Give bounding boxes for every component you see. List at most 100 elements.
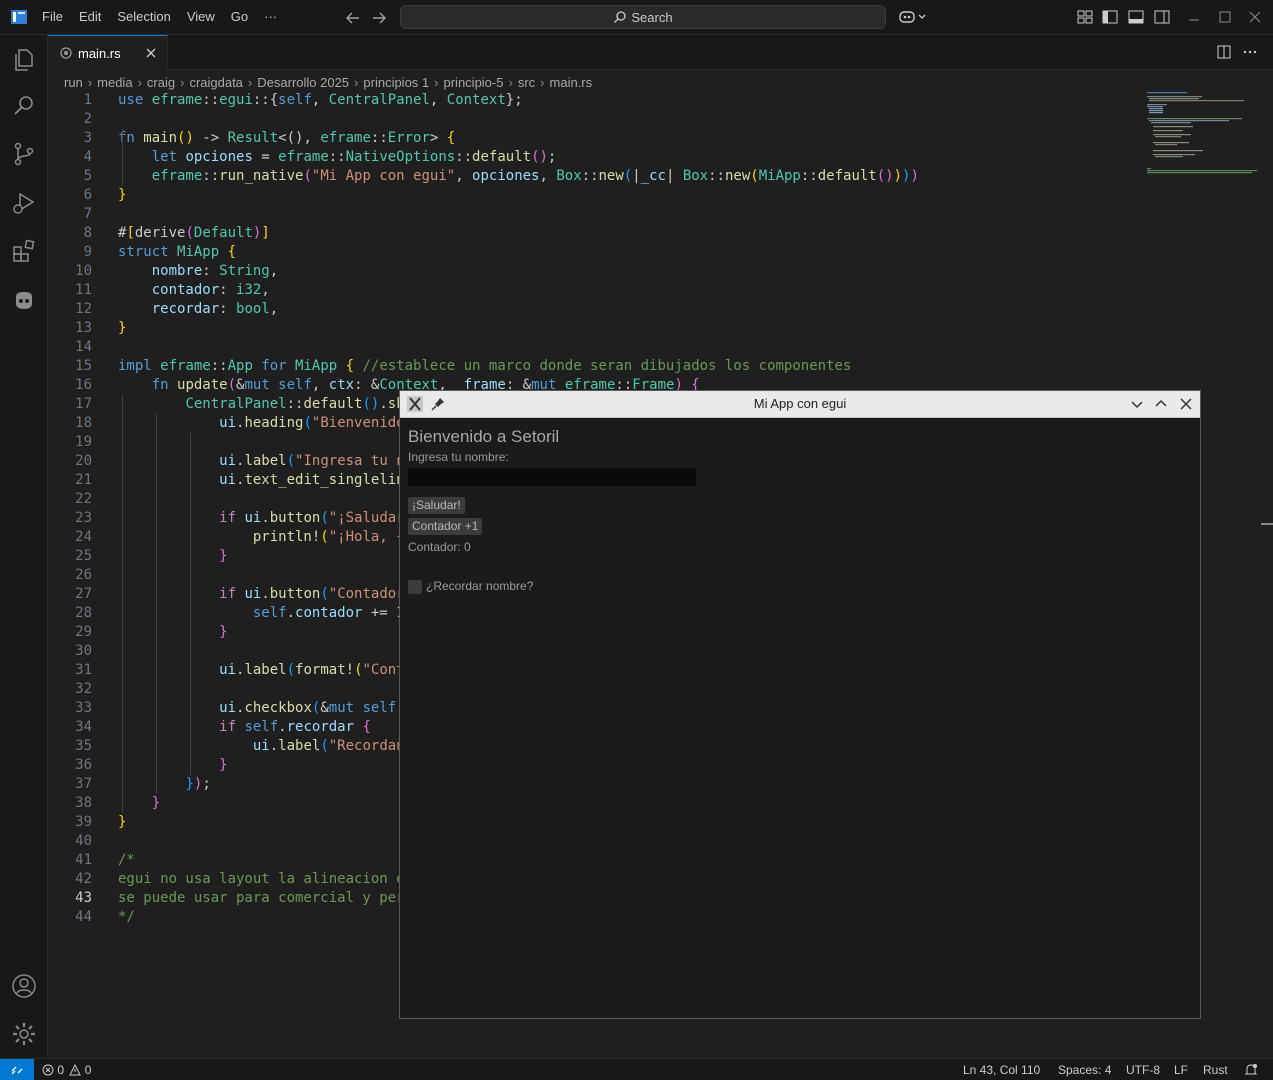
code-token: . — [278, 719, 287, 735]
breadcrumb-separator: › — [247, 74, 253, 90]
code-token: CentralPanel — [185, 396, 287, 412]
tab-main-rs[interactable]: main.rs — [48, 35, 168, 70]
menu-go[interactable]: Go — [223, 5, 256, 29]
command-search-box[interactable]: Search — [400, 5, 886, 29]
toggle-panel-icon[interactable] — [1127, 8, 1145, 26]
menu-edit[interactable]: Edit — [71, 5, 109, 29]
close-window-icon[interactable] — [1178, 396, 1194, 412]
code-text: nombre: String, — [118, 262, 278, 281]
encoding[interactable]: UTF-8 — [1126, 1062, 1160, 1078]
code-token: ui — [219, 453, 237, 469]
extensions-icon[interactable] — [11, 238, 37, 264]
greet-button[interactable]: ¡Saludar! — [408, 497, 465, 514]
line-number: 36 — [75, 757, 92, 773]
split-editor-icon[interactable] — [1216, 44, 1232, 60]
problems-indicator[interactable]: 0 0 — [42, 1062, 91, 1078]
breadcrumb-item[interactable]: src — [518, 75, 535, 90]
code-token: heading — [244, 415, 304, 431]
line-number: 22 — [75, 491, 92, 507]
code-token: App — [227, 358, 253, 374]
minimize-icon[interactable] — [1185, 8, 1203, 26]
close-window-icon[interactable] — [1246, 8, 1264, 26]
code-token: | — [665, 168, 683, 184]
code-text: } — [118, 319, 126, 338]
toggle-primary-sidebar-icon[interactable] — [1101, 8, 1119, 26]
toggle-secondary-sidebar-icon[interactable] — [1153, 8, 1171, 26]
end-of-line[interactable]: LF — [1174, 1062, 1188, 1078]
code-token: ; — [547, 149, 557, 165]
code-token: ui — [219, 415, 237, 431]
source-control-icon[interactable] — [11, 141, 37, 167]
line-number: 13 — [75, 320, 92, 336]
code-token: ( — [354, 662, 363, 678]
code-token: eframe — [278, 149, 329, 165]
customize-layout-icon[interactable] — [1076, 8, 1094, 26]
code-token: : & — [354, 377, 380, 393]
menu-more[interactable]: ··· — [256, 5, 285, 29]
code-token: /* — [118, 852, 135, 868]
search-view-icon[interactable] — [11, 93, 37, 119]
breadcrumb-item[interactable]: Desarrollo 2025 — [257, 75, 349, 90]
breadcrumb-item[interactable]: craig — [147, 75, 175, 90]
close-tab-icon[interactable] — [143, 45, 159, 61]
maximize-icon[interactable] — [1216, 8, 1234, 26]
language-mode[interactable]: Rust — [1203, 1062, 1228, 1078]
forward-arrow-icon[interactable] — [369, 8, 389, 28]
accounts-icon[interactable] — [11, 973, 37, 999]
code-token: , — [455, 168, 473, 184]
minimap[interactable] — [1145, 91, 1260, 181]
search-label: Search — [631, 9, 673, 25]
notifications-bell-icon[interactable] — [1244, 1062, 1258, 1078]
code-token: */ — [118, 909, 135, 925]
breadcrumb-item[interactable]: run — [64, 75, 83, 90]
code-token: } — [185, 776, 194, 792]
maximize-window-icon[interactable] — [1153, 396, 1169, 412]
code-token: , — [311, 377, 329, 393]
breadcrumb-item[interactable]: principios 1 — [363, 75, 429, 90]
breadcrumb-item[interactable]: main.rs — [550, 75, 593, 90]
code-token: ctx — [328, 377, 355, 393]
code-text: } — [118, 547, 227, 566]
scrollbar-position-marker[interactable] — [1261, 523, 1273, 525]
code-token: new — [598, 168, 624, 184]
remember-checkbox[interactable] — [408, 580, 422, 594]
code-token: if — [219, 586, 245, 602]
remote-indicator[interactable] — [0, 1059, 34, 1080]
back-arrow-icon[interactable] — [343, 8, 363, 28]
egui-window-titlebar[interactable]: Mi App con egui — [400, 391, 1200, 418]
remember-checkbox-label[interactable]: ¿Recordar nombre? — [426, 579, 533, 593]
explorer-icon[interactable] — [11, 47, 37, 73]
code-token: } — [118, 187, 127, 203]
breadcrumb-item[interactable]: craigdata — [189, 75, 242, 90]
run-debug-icon[interactable] — [11, 190, 37, 216]
name-input[interactable] — [408, 468, 696, 486]
menu-file[interactable]: File — [34, 5, 71, 29]
code-token: bool — [236, 301, 270, 317]
breadcrumb-item[interactable]: media — [97, 75, 132, 90]
cursor-position[interactable]: Ln 43, Col 110 — [963, 1062, 1040, 1078]
line-number: 27 — [75, 586, 92, 602]
indentation[interactable]: Spaces: 4 — [1058, 1062, 1111, 1078]
settings-gear-icon[interactable] — [11, 1021, 37, 1047]
code-token: eframe — [151, 92, 203, 108]
code-token: opciones — [185, 149, 253, 165]
copilot-icon[interactable] — [898, 8, 928, 26]
menu-view[interactable]: View — [179, 5, 223, 29]
menu-selection[interactable]: Selection — [109, 5, 178, 29]
copilot-chat-icon[interactable] — [11, 287, 37, 313]
counter-button[interactable]: Contador +1 — [408, 518, 483, 535]
more-actions-icon[interactable] — [1242, 44, 1258, 60]
breadcrumb-item[interactable]: principio-5 — [444, 75, 504, 90]
code-token: text_edit_singleline — [244, 472, 414, 488]
minimize-window-icon[interactable] — [1129, 396, 1145, 412]
code-token: () — [362, 396, 380, 412]
status-bar: 0 0 Ln 43, Col 110 Spaces: 4 UTF-8 LF Ru… — [0, 1058, 1273, 1080]
line-number: 34 — [75, 719, 92, 735]
code-text: recordar: bool, — [118, 300, 278, 319]
code-token: recordar — [151, 301, 220, 317]
